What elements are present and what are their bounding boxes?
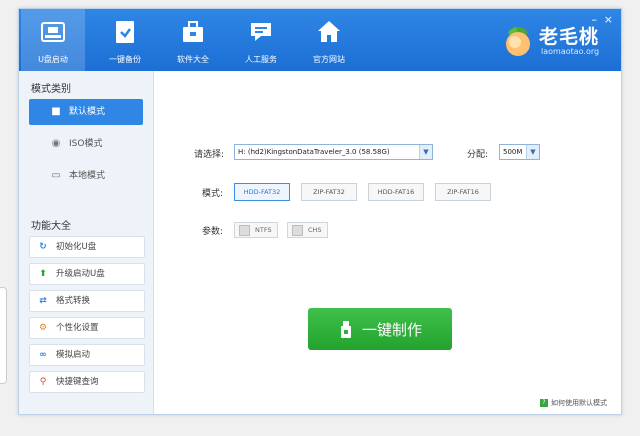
func-label: 快捷键查询	[56, 377, 99, 387]
mode-option-hdd-fat16[interactable]: HDD-FAT16	[368, 183, 424, 201]
func-label: 模拟启动	[56, 350, 91, 360]
func-label: 初始化U盘	[56, 242, 97, 252]
gear-icon: ⚙	[38, 323, 48, 333]
mode-section-title: 模式类别	[31, 84, 71, 95]
make-bootable-button[interactable]: 一键制作	[308, 308, 452, 350]
help-link-label: 如何使用默认模式	[551, 399, 607, 407]
param-chs-checkbox[interactable]: CHS	[287, 222, 328, 238]
logo: 老毛桃 laomaotao.org	[503, 21, 607, 61]
home-icon	[318, 21, 340, 42]
alloc-label: 分配:	[467, 150, 489, 160]
mode-option-hdd-fat32[interactable]: HDD-FAT32	[234, 183, 290, 201]
chevron-down-icon: ▼	[526, 145, 539, 159]
mode-item-default[interactable]: ■ 默认模式	[29, 99, 143, 125]
func-hotkey-query[interactable]: ⚲ 快捷键查询	[29, 371, 145, 393]
chat-support-icon	[251, 23, 271, 41]
sidebar: 模式类别 ■ 默认模式 ◉ ISO模式 ▭ 本地模式 功能大全 ↻ 初始化U盘 …	[19, 71, 154, 414]
param-label: CHS	[308, 226, 322, 234]
mode-option-zip-fat16[interactable]: ZIP-FAT16	[435, 183, 491, 201]
mode-item-label: ISO模式	[69, 139, 103, 149]
toolbar-label: 一键备份	[109, 55, 141, 64]
mode-item-label: 默认模式	[69, 107, 106, 117]
toolbar-support[interactable]: 人工服务	[229, 9, 293, 71]
func-label: 个性化设置	[56, 323, 99, 333]
param-ntfs-checkbox[interactable]: NTFS	[234, 222, 278, 238]
mode-item-local[interactable]: ▭ 本地模式	[29, 163, 143, 189]
main-panel: 请选择: H: (hd2)KingstonDataTraveler_3.0 (5…	[154, 71, 621, 414]
user-icon: ■	[51, 106, 61, 117]
toolbar: U盘启动 一键备份 软件大全 人工服务 官方网站 – × 老毛桃 laomaot…	[19, 9, 621, 71]
func-init-usb[interactable]: ↻ 初始化U盘	[29, 236, 145, 258]
usb-drive-icon	[341, 321, 351, 338]
function-section-title: 功能大全	[31, 221, 71, 232]
mode-item-label: 本地模式	[69, 171, 106, 181]
toolbar-website[interactable]: 官方网站	[297, 9, 361, 71]
logo-url: laomaotao.org	[541, 47, 600, 56]
chevron-down-icon: ▼	[419, 145, 432, 159]
device-select-value: H: (hd2)KingstonDataTraveler_3.0 (58.58G…	[238, 148, 390, 156]
toolbar-label: U盘启动	[38, 55, 68, 64]
link-icon: ∞	[39, 350, 47, 360]
help-icon: ?	[540, 399, 548, 407]
param-label: NTFS	[255, 226, 272, 234]
disc-icon: ◉	[51, 138, 61, 149]
mode-item-iso[interactable]: ◉ ISO模式	[29, 131, 143, 157]
func-simulate-boot[interactable]: ∞ 模拟启动	[29, 344, 145, 366]
mode-label: 模式:	[202, 189, 224, 199]
alloc-select-value: 500M	[503, 148, 523, 156]
device-label: 请选择:	[194, 150, 225, 160]
func-label: 格式转换	[56, 296, 91, 306]
monitor-icon: ▭	[51, 170, 61, 181]
peach-logo-icon	[506, 27, 530, 56]
arrow-up-icon: ⬆	[39, 269, 47, 279]
checkbox-box	[239, 225, 250, 236]
search-icon: ⚲	[39, 377, 47, 387]
func-personalize[interactable]: ⚙ 个性化设置	[29, 317, 145, 339]
toolbar-software[interactable]: 软件大全	[161, 9, 225, 71]
device-select[interactable]: H: (hd2)KingstonDataTraveler_3.0 (58.58G…	[234, 144, 433, 160]
help-default-mode-link[interactable]: ? 如何使用默认模式	[540, 398, 607, 408]
func-label: 升级启动U盘	[56, 269, 105, 279]
make-button-label: 一键制作	[362, 321, 423, 339]
refresh-icon: ↻	[39, 242, 47, 252]
toolbar-label: 软件大全	[177, 55, 209, 64]
backup-icon	[116, 21, 134, 43]
params-label: 参数:	[202, 227, 224, 237]
software-icon	[183, 21, 203, 42]
func-format-convert[interactable]: ⇄ 格式转换	[29, 290, 145, 312]
usb-boot-icon	[41, 22, 65, 42]
toolbar-label: 人工服务	[245, 55, 277, 64]
toolbar-usb-boot[interactable]: U盘启动	[21, 9, 85, 71]
func-upgrade-usb[interactable]: ⬆ 升级启动U盘	[29, 263, 145, 285]
mode-option-zip-fat32[interactable]: ZIP-FAT32	[301, 183, 357, 201]
app-window: U盘启动 一键备份 软件大全 人工服务 官方网站 – × 老毛桃 laomaot…	[18, 8, 622, 415]
edge-panel	[0, 287, 7, 384]
logo-brand: 老毛桃	[539, 26, 600, 48]
toolbar-label: 官方网站	[313, 55, 345, 64]
alloc-select[interactable]: 500M ▼	[499, 144, 540, 160]
checkbox-box	[292, 225, 303, 236]
convert-icon: ⇄	[39, 296, 47, 306]
toolbar-backup[interactable]: 一键备份	[93, 9, 157, 71]
